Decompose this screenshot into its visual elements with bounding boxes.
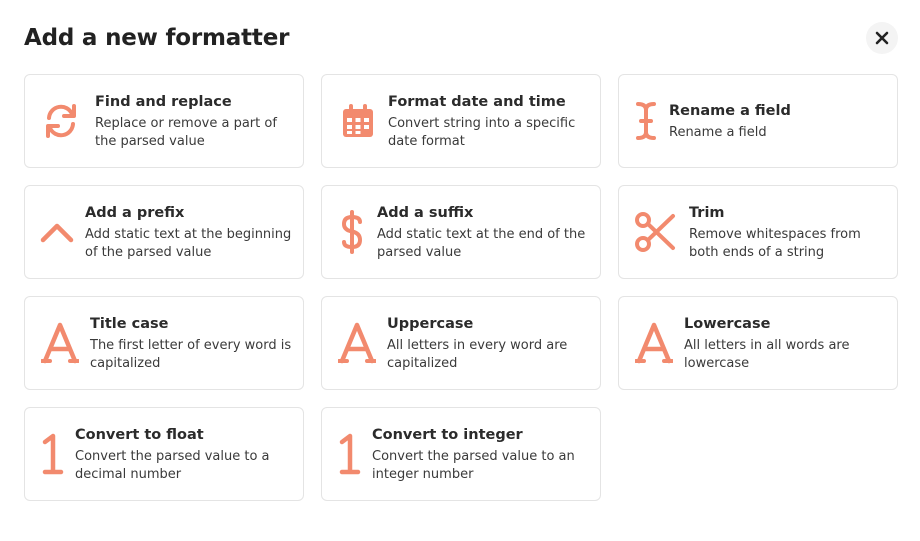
number-one-icon (37, 408, 67, 500)
card-description: All letters in every word are capitalize… (387, 338, 568, 371)
letter-a-icon (39, 297, 81, 389)
card-title: Add a suffix (377, 205, 474, 221)
formatter-card-title-case[interactable]: Title case The first letter of every wor… (24, 296, 304, 390)
scissors-icon (631, 186, 679, 278)
card-description: The first letter of every word is capita… (90, 338, 292, 371)
dialog-title: Add a new formatter (24, 25, 290, 51)
refresh-icon (39, 75, 83, 167)
close-icon (875, 31, 889, 45)
card-title: Lowercase (684, 316, 771, 332)
card-description: All letters in all words are lowercase (684, 338, 850, 371)
card-description: Add static text at the beginning of the … (85, 227, 292, 260)
formatter-card-uppercase[interactable]: Uppercase All letters in every word are … (321, 296, 601, 390)
card-title: Title case (90, 316, 169, 332)
card-description: Add static text at the end of the parsed… (377, 227, 586, 260)
card-description: Replace or remove a part of the parsed v… (95, 116, 277, 149)
formatter-card-format-date[interactable]: Format date and time Convert string into… (321, 74, 601, 168)
card-description: Convert string into a specific date form… (388, 116, 576, 149)
close-button[interactable] (866, 22, 898, 54)
card-description: Rename a field (669, 125, 767, 140)
formatter-card-rename-field[interactable]: Rename a field Rename a field (618, 74, 898, 168)
card-title: Add a prefix (85, 205, 185, 221)
formatter-card-convert-float[interactable]: Convert to float Convert the parsed valu… (24, 407, 304, 501)
text-cursor-icon (629, 75, 663, 167)
card-title: Trim (689, 205, 725, 221)
dialog-header: Add a new formatter (24, 22, 898, 58)
card-description: Remove whitespaces from both ends of a s… (689, 227, 861, 260)
card-title: Convert to integer (372, 427, 523, 443)
letter-a-icon (633, 297, 675, 389)
formatter-card-add-suffix[interactable]: Add a suffix Add static text at the end … (321, 185, 601, 279)
formatter-card-find-replace[interactable]: Find and replace Replace or remove a par… (24, 74, 304, 168)
calendar-icon (336, 75, 380, 167)
card-description: Convert the parsed value to a decimal nu… (75, 449, 270, 482)
card-title: Find and replace (95, 94, 232, 110)
formatter-card-add-prefix[interactable]: Add a prefix Add static text at the begi… (24, 185, 304, 279)
number-one-icon (334, 408, 364, 500)
formatter-card-lowercase[interactable]: Lowercase All letters in all words are l… (618, 296, 898, 390)
chevron-up-icon (37, 186, 77, 278)
card-title: Uppercase (387, 316, 474, 332)
card-title: Format date and time (388, 94, 566, 110)
card-title: Convert to float (75, 427, 204, 443)
card-title: Rename a field (669, 103, 791, 119)
letter-a-icon (336, 297, 378, 389)
card-description: Convert the parsed value to an integer n… (372, 449, 575, 482)
formatter-card-convert-integer[interactable]: Convert to integer Convert the parsed va… (321, 407, 601, 501)
formatter-card-trim[interactable]: Trim Remove whitespaces from both ends o… (618, 185, 898, 279)
dollar-icon (332, 186, 372, 278)
